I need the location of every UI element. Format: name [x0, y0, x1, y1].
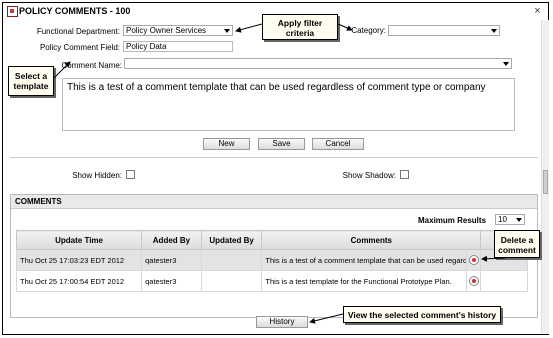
max-results-label: Maximum Results — [418, 216, 487, 225]
max-results-select[interactable]: 10 — [495, 214, 525, 225]
history-button[interactable]: History — [256, 316, 308, 328]
functional-department-value: Policy Owner Services — [126, 26, 207, 35]
callout-delete-comment: Delete a comment — [494, 230, 540, 258]
chevron-down-icon — [224, 29, 230, 33]
column-header-added-by[interactable]: Added By — [141, 230, 202, 250]
document-icon — [7, 6, 18, 17]
cancel-button[interactable]: Cancel — [312, 138, 364, 150]
cell-updated-by — [200, 270, 263, 292]
delete-icon[interactable] — [468, 276, 479, 286]
show-shadow-label: Show Shadow: — [342, 171, 396, 180]
chevron-down-icon — [503, 62, 509, 66]
comment-name-select[interactable] — [124, 58, 512, 69]
comments-heading: COMMENTS — [11, 195, 537, 209]
close-button[interactable]: × — [532, 6, 543, 17]
cell-added-by: qatester3 — [141, 270, 202, 292]
column-header-update-time[interactable]: Update Time — [15, 230, 143, 250]
cell-update-time: Thu Oct 25 17:03:23 EDT 2012 — [15, 249, 143, 271]
callout-apply-filter: Apply filter criteria — [262, 14, 338, 40]
callout-select-template: Select a template — [8, 66, 54, 96]
chevron-down-icon — [491, 29, 497, 33]
dialog-title: POLICY COMMENTS - 100 — [19, 6, 131, 16]
category-label: Category: — [351, 26, 386, 35]
delete-icon[interactable] — [468, 255, 479, 265]
cell-delete — [466, 249, 482, 271]
functional-department-label: Functional Department: — [36, 27, 120, 36]
cell-comment: This is a test template for the Function… — [261, 270, 468, 292]
cell-delete — [466, 270, 482, 292]
column-header-updated-by[interactable]: Updated By — [200, 230, 263, 250]
chevron-down-icon — [516, 218, 522, 222]
functional-department-select[interactable]: Policy Owner Services — [123, 25, 233, 36]
show-hidden-checkbox[interactable] — [126, 170, 135, 179]
cell-comment: This is a test of a comment template tha… — [261, 249, 468, 271]
new-button[interactable]: New — [203, 138, 250, 150]
save-button[interactable]: Save — [258, 138, 305, 150]
section-divider — [10, 157, 538, 158]
max-results-value: 10 — [498, 215, 507, 224]
cell-added-by: qatester3 — [141, 249, 202, 271]
cell-updated-by — [200, 249, 263, 271]
table-row[interactable]: Thu Oct 25 17:00:54 EDT 2012 qatester3 T… — [15, 270, 528, 292]
cell-blank — [480, 270, 528, 292]
table-row[interactable]: Thu Oct 25 17:03:23 EDT 2012 qatester3 T… — [15, 249, 528, 271]
table-header-row: Update Time Added By Updated By Comments — [15, 230, 528, 250]
show-hidden-label: Show Hidden: — [72, 171, 122, 180]
policy-comment-field-label: Policy Comment Field: — [39, 43, 120, 52]
policy-comment-field-input[interactable]: Policy Data — [123, 41, 233, 52]
callout-view-history: View the selected comment's history — [343, 306, 501, 323]
comment-text-area[interactable]: This is a test of a comment template tha… — [62, 78, 515, 131]
scrollbar-thumb[interactable] — [543, 170, 548, 194]
vertical-scrollbar[interactable] — [541, 20, 549, 334]
show-shadow-checkbox[interactable] — [400, 170, 409, 179]
comments-table: Update Time Added By Updated By Comments… — [15, 230, 528, 292]
column-header-comments[interactable]: Comments — [261, 230, 482, 250]
category-select[interactable] — [388, 25, 500, 36]
cell-update-time: Thu Oct 25 17:00:54 EDT 2012 — [15, 270, 143, 292]
